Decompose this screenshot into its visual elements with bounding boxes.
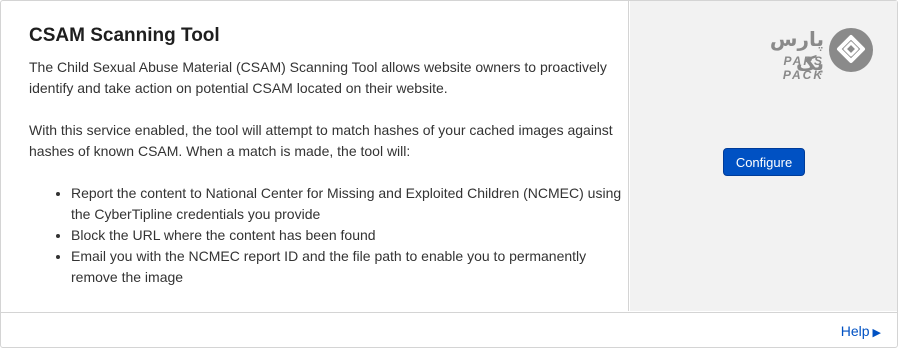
- triangle-right-icon: ▶: [872, 327, 881, 339]
- card-content: CSAM Scanning Tool The Child Sexual Abus…: [1, 1, 629, 311]
- card-intro: The Child Sexual Abuse Material (CSAM) S…: [29, 59, 607, 96]
- help-label: Help: [840, 323, 870, 339]
- card-description: With this service enabled, the tool will…: [29, 122, 613, 159]
- watermark-logo: پارس پک PARS PACK: [750, 23, 874, 82]
- card-control-panel: پارس پک PARS PACK Configure: [630, 1, 897, 311]
- watermark-latin-text: PARS PACK: [782, 54, 824, 82]
- list-item: Report the content to National Center fo…: [71, 183, 628, 225]
- card-title: CSAM Scanning Tool: [29, 25, 220, 46]
- action-list: Report the content to National Center fo…: [29, 183, 628, 288]
- card-footer: Help ▶: [1, 312, 897, 349]
- configure-button[interactable]: Configure: [723, 148, 805, 176]
- help-link[interactable]: Help ▶: [841, 323, 881, 339]
- list-item: Block the URL where the content has been…: [71, 225, 628, 246]
- pars-pack-logo-icon: [829, 28, 873, 72]
- list-item: Email you with the NCMEC report ID and t…: [71, 246, 628, 288]
- csam-settings-card: CSAM Scanning Tool The Child Sexual Abus…: [0, 0, 898, 348]
